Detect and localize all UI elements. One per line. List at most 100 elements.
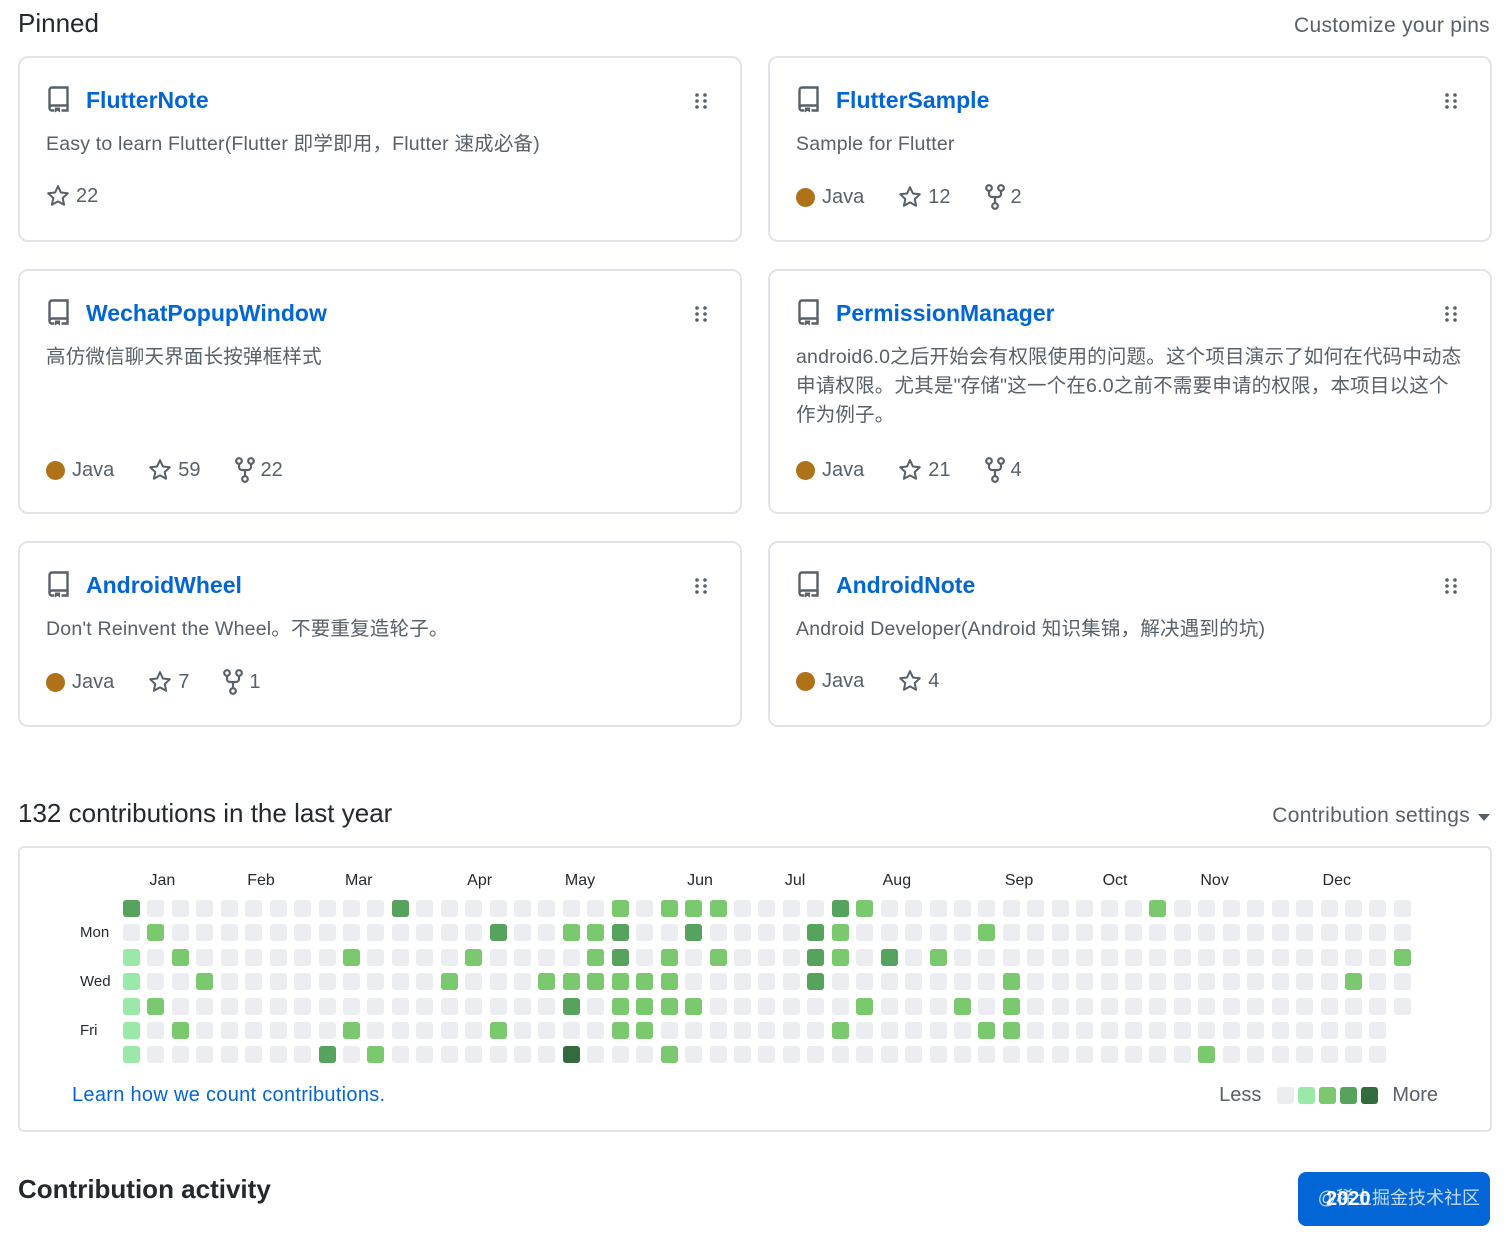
contribution-day-cell[interactable] <box>1076 948 1094 966</box>
contribution-day-cell[interactable] <box>562 948 580 966</box>
contribution-day-cell[interactable] <box>978 924 996 942</box>
contribution-day-cell[interactable] <box>709 924 727 942</box>
contribution-day-cell[interactable] <box>1369 973 1387 991</box>
contribution-day-cell[interactable] <box>1100 973 1118 991</box>
contribution-day-cell[interactable] <box>1002 1046 1020 1064</box>
contribution-day-cell[interactable] <box>245 973 263 991</box>
stars-link[interactable]: 4 <box>898 669 939 693</box>
contribution-day-cell[interactable] <box>294 973 312 991</box>
contribution-day-cell[interactable] <box>269 1046 287 1064</box>
contribution-day-cell[interactable] <box>1149 948 1167 966</box>
contribution-day-cell[interactable] <box>1027 1022 1045 1039</box>
contribution-day-cell[interactable] <box>1100 997 1118 1015</box>
contribution-day-cell[interactable] <box>831 900 849 917</box>
contribution-day-cell[interactable] <box>953 948 971 966</box>
contribution-day-cell[interactable] <box>1222 973 1240 991</box>
contribution-day-cell[interactable] <box>1320 1046 1338 1064</box>
contribution-day-cell[interactable] <box>1222 900 1240 917</box>
contribution-day-cell[interactable] <box>1100 900 1118 917</box>
contribution-day-cell[interactable] <box>587 973 605 991</box>
contribution-day-cell[interactable] <box>196 1022 214 1039</box>
contribution-day-cell[interactable] <box>611 1046 629 1064</box>
contribution-day-cell[interactable] <box>342 1022 360 1039</box>
contribution-day-cell[interactable] <box>1345 973 1362 991</box>
contribution-day-cell[interactable] <box>856 973 874 991</box>
contribution-day-cell[interactable] <box>1369 997 1387 1015</box>
contribution-day-cell[interactable] <box>758 900 776 917</box>
contribution-day-cell[interactable] <box>342 997 360 1015</box>
contribution-day-cell[interactable] <box>905 973 923 991</box>
contribution-day-cell[interactable] <box>782 973 800 991</box>
contribution-day-cell[interactable] <box>1149 900 1167 917</box>
contribution-day-cell[interactable] <box>465 997 483 1015</box>
contribution-day-cell[interactable] <box>1173 924 1191 942</box>
contribution-day-cell[interactable] <box>1051 900 1069 917</box>
repo-name-link[interactable]: AndroidNote <box>836 572 975 599</box>
contribution-day-cell[interactable] <box>562 1046 580 1064</box>
contribution-day-cell[interactable] <box>807 973 825 991</box>
contribution-day-cell[interactable] <box>196 948 214 966</box>
contribution-day-cell[interactable] <box>1100 948 1118 966</box>
contribution-day-cell[interactable] <box>685 948 703 966</box>
contribution-day-cell[interactable] <box>269 948 287 966</box>
contribution-day-cell[interactable] <box>489 900 507 917</box>
forks-link[interactable]: 1 <box>223 669 261 695</box>
contribution-day-cell[interactable] <box>1027 1046 1045 1064</box>
contribution-day-cell[interactable] <box>611 948 629 966</box>
forks-link[interactable]: 22 <box>234 457 283 483</box>
contribution-day-cell[interactable] <box>660 948 678 966</box>
contribution-day-cell[interactable] <box>147 1046 165 1064</box>
contribution-day-cell[interactable] <box>1051 1046 1069 1064</box>
contribution-day-cell[interactable] <box>1369 924 1387 942</box>
contribution-day-cell[interactable] <box>1076 900 1094 917</box>
contribution-day-cell[interactable] <box>1100 1022 1118 1039</box>
contribution-day-cell[interactable] <box>367 997 385 1015</box>
contribution-day-cell[interactable] <box>416 900 434 917</box>
contribution-day-cell[interactable] <box>318 973 336 991</box>
contribution-day-cell[interactable] <box>465 1046 483 1064</box>
contribution-day-cell[interactable] <box>171 900 189 917</box>
contribution-day-cell[interactable] <box>709 1022 727 1039</box>
contribution-day-cell[interactable] <box>1125 924 1143 942</box>
contribution-day-cell[interactable] <box>416 1022 434 1039</box>
contribution-day-cell[interactable] <box>1296 973 1314 991</box>
contribution-day-cell[interactable] <box>831 948 849 966</box>
contribution-day-cell[interactable] <box>1173 948 1191 966</box>
contribution-day-cell[interactable] <box>514 924 532 942</box>
contribution-day-cell[interactable] <box>1149 1046 1167 1064</box>
contribution-day-cell[interactable] <box>782 924 800 942</box>
contribution-day-cell[interactable] <box>147 973 165 991</box>
contribution-day-cell[interactable] <box>1345 997 1362 1015</box>
contribution-day-cell[interactable] <box>1320 997 1338 1015</box>
contribution-day-cell[interactable] <box>220 1046 238 1064</box>
learn-contributions-link[interactable]: Learn how we count contributions. <box>72 1084 385 1107</box>
contribution-day-cell[interactable] <box>489 1022 507 1039</box>
contribution-day-cell[interactable] <box>856 1046 874 1064</box>
contribution-day-cell[interactable] <box>709 948 727 966</box>
contribution-day-cell[interactable] <box>1149 924 1167 942</box>
contribution-day-cell[interactable] <box>245 997 263 1015</box>
year-2020-button[interactable]: 2020 <box>1298 1172 1490 1226</box>
contribution-day-cell[interactable] <box>1027 924 1045 942</box>
contribution-day-cell[interactable] <box>1198 973 1216 991</box>
contribution-day-cell[interactable] <box>538 997 556 1015</box>
contribution-day-cell[interactable] <box>1198 1046 1216 1064</box>
contribution-day-cell[interactable] <box>905 1022 923 1039</box>
contribution-day-cell[interactable] <box>1247 924 1265 942</box>
contribution-day-cell[interactable] <box>391 997 409 1015</box>
contribution-day-cell[interactable] <box>1222 1022 1240 1039</box>
contribution-day-cell[interactable] <box>880 1022 898 1039</box>
contribution-day-cell[interactable] <box>440 900 458 917</box>
contribution-day-cell[interactable] <box>245 924 263 942</box>
contribution-day-cell[interactable] <box>1125 997 1143 1015</box>
contribution-day-cell[interactable] <box>978 997 996 1015</box>
contribution-day-cell[interactable] <box>196 924 214 942</box>
contribution-day-cell[interactable] <box>562 924 580 942</box>
contribution-day-cell[interactable] <box>1320 924 1338 942</box>
contribution-day-cell[interactable] <box>611 997 629 1015</box>
contribution-day-cell[interactable] <box>171 1046 189 1064</box>
contribution-day-cell[interactable] <box>245 948 263 966</box>
contribution-day-cell[interactable] <box>391 948 409 966</box>
contribution-day-cell[interactable] <box>587 924 605 942</box>
drag-handle-icon[interactable] <box>1444 305 1458 323</box>
